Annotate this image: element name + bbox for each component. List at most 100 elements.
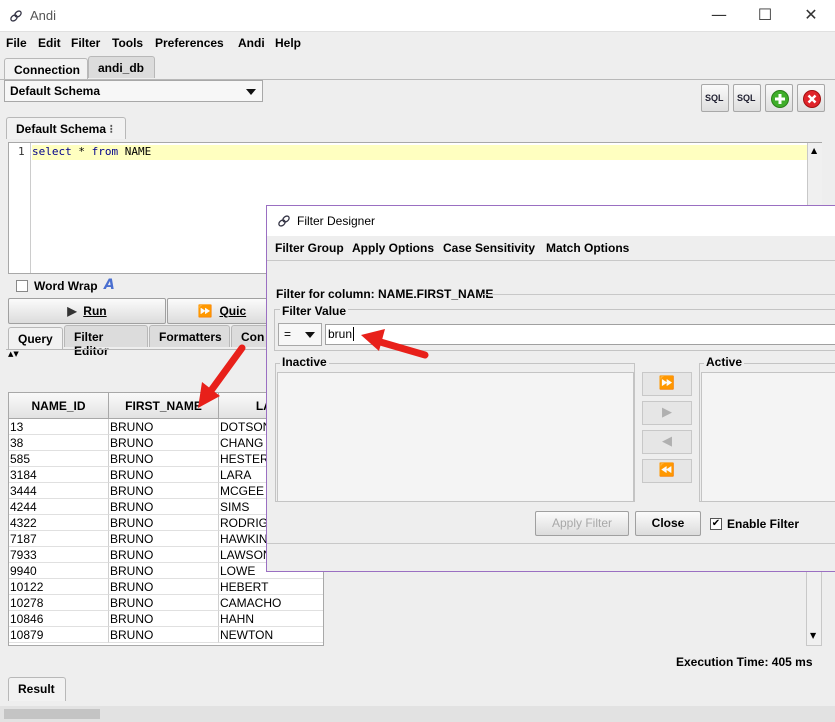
- tab-query[interactable]: Query: [8, 327, 63, 349]
- line-number: 1: [18, 145, 25, 158]
- menu-tools[interactable]: Tools: [112, 36, 143, 50]
- cell-first-name[interactable]: BRUNO: [109, 451, 219, 467]
- app-link-icon: [10, 10, 22, 22]
- collapse-arrows-icon[interactable]: ▲▼: [8, 350, 19, 358]
- sql-code: select * from NAME: [32, 145, 152, 158]
- tab-result[interactable]: Result: [8, 677, 66, 701]
- dialog-menu-divider: [267, 260, 835, 261]
- cell-first-name[interactable]: BRUNO: [109, 627, 219, 643]
- operator-select[interactable]: =: [278, 323, 322, 346]
- cell-name-id[interactable]: 9940: [9, 563, 109, 579]
- add-button[interactable]: [765, 84, 793, 112]
- cell-name-id[interactable]: 7933: [9, 547, 109, 563]
- cell-first-name[interactable]: BRUNO: [109, 611, 219, 627]
- dialog-link-icon: [278, 215, 290, 227]
- enable-filter-label: Enable Filter: [727, 517, 800, 531]
- tab-connection[interactable]: Connection: [4, 58, 88, 80]
- table-row[interactable]: 10879 BRUNO NEWTON: [9, 627, 323, 643]
- filter-column-label: Filter for column: NAME.FIRST_NAME: [276, 287, 494, 301]
- cell-name-id[interactable]: 4244: [9, 499, 109, 515]
- filter-value-label: Filter Value: [280, 304, 349, 318]
- menu-filter-group[interactable]: Filter Group: [275, 241, 344, 255]
- move-all-right-button[interactable]: ⏩: [642, 372, 692, 396]
- tab-editor-default-schema[interactable]: Default Schema ⁝: [6, 117, 126, 139]
- cell-last-name[interactable]: HAHN: [219, 611, 323, 627]
- remove-button[interactable]: [797, 84, 825, 112]
- cell-first-name[interactable]: BRUNO: [109, 515, 219, 531]
- quick-run-button[interactable]: ⏩ Quic: [167, 298, 277, 324]
- cell-first-name[interactable]: BRUNO: [109, 483, 219, 499]
- word-wrap-checkbox[interactable]: [16, 280, 28, 292]
- active-list[interactable]: [701, 372, 835, 502]
- menu-filter[interactable]: Filter: [71, 36, 100, 50]
- annotation-arrow-icon: [198, 344, 246, 408]
- column-header-name-id[interactable]: NAME_ID: [9, 393, 109, 419]
- cell-name-id[interactable]: 13: [9, 419, 109, 435]
- filter-column-separator: [482, 294, 835, 295]
- sql-run-button[interactable]: SQL: [701, 84, 729, 112]
- tab-filter-editor[interactable]: Filter Editor: [64, 325, 148, 358]
- scroll-thumb[interactable]: [4, 709, 100, 719]
- cell-name-id[interactable]: 3444: [9, 483, 109, 499]
- table-row[interactable]: 10278 BRUNO CAMACHO: [9, 595, 323, 611]
- font-icon[interactable]: A: [104, 277, 115, 293]
- cell-last-name[interactable]: CAMACHO: [219, 595, 323, 611]
- cell-first-name[interactable]: BRUNO: [109, 531, 219, 547]
- run-button[interactable]: ▶ Run: [8, 298, 166, 324]
- cell-first-name[interactable]: BRUNO: [109, 595, 219, 611]
- menu-preferences[interactable]: Preferences: [155, 36, 224, 50]
- menu-andi[interactable]: Andi: [238, 36, 265, 50]
- enable-filter-checkbox[interactable]: ✔: [710, 518, 722, 530]
- cell-last-name[interactable]: NEWTON: [219, 627, 323, 643]
- cell-first-name[interactable]: BRUNO: [109, 467, 219, 483]
- cell-name-id[interactable]: 7187: [9, 531, 109, 547]
- sql-explain-button[interactable]: SQL: [733, 84, 761, 112]
- scroll-down-icon[interactable]: ▼: [810, 631, 816, 640]
- cell-name-id[interactable]: 3184: [9, 467, 109, 483]
- menu-help[interactable]: Help: [275, 36, 301, 50]
- cell-first-name[interactable]: BRUNO: [109, 563, 219, 579]
- move-right-button[interactable]: ▶: [642, 401, 692, 425]
- horizontal-scrollbar[interactable]: [0, 706, 835, 722]
- cell-first-name[interactable]: BRUNO: [109, 499, 219, 515]
- menu-match-options[interactable]: Match Options: [546, 241, 629, 255]
- close-button[interactable]: Close: [635, 511, 701, 536]
- window-title: Andi: [30, 8, 57, 23]
- apply-filter-button[interactable]: Apply Filter: [535, 511, 629, 536]
- menu-edit[interactable]: Edit: [38, 36, 61, 50]
- cell-first-name[interactable]: BRUNO: [109, 547, 219, 563]
- cell-first-name[interactable]: BRUNO: [109, 579, 219, 595]
- cell-name-id[interactable]: 38: [9, 435, 109, 451]
- menu-file[interactable]: File: [6, 36, 27, 50]
- cell-name-id[interactable]: 585: [9, 451, 109, 467]
- move-left-button[interactable]: ◀: [642, 430, 692, 454]
- cell-name-id[interactable]: 10122: [9, 579, 109, 595]
- table-row[interactable]: 10846 BRUNO HAHN: [9, 611, 323, 627]
- scroll-up-icon[interactable]: ▲: [811, 146, 817, 155]
- cell-name-id[interactable]: 10278: [9, 595, 109, 611]
- menu-case-sensitivity[interactable]: Case Sensitivity: [443, 241, 535, 255]
- cell-name-id[interactable]: 4322: [9, 515, 109, 531]
- filter-designer-dialog: Filter Designer Filter Group Apply Optio…: [266, 205, 835, 572]
- cell-name-id[interactable]: 10846: [9, 611, 109, 627]
- maximize-button[interactable]: ☐: [742, 2, 788, 30]
- cell-first-name[interactable]: BRUNO: [109, 419, 219, 435]
- move-all-left-button[interactable]: ⏪: [642, 459, 692, 483]
- schema-select-value: Default Schema: [10, 84, 101, 98]
- cell-first-name[interactable]: BRUNO: [109, 435, 219, 451]
- minimize-button[interactable]: —: [696, 2, 742, 30]
- filter-value-text: brun: [328, 327, 353, 341]
- cell-name-id[interactable]: 10879: [9, 627, 109, 643]
- table-row[interactable]: 10122 BRUNO HEBERT: [9, 579, 323, 595]
- line-gutter: [9, 143, 31, 273]
- dialog-titlebar: Filter Designer: [267, 206, 835, 236]
- close-window-button[interactable]: ✕: [788, 2, 834, 30]
- chevron-down-icon: [246, 89, 256, 95]
- sql-run-icon: SQL: [705, 93, 724, 103]
- dialog-title: Filter Designer: [297, 214, 376, 228]
- tab-andi-db[interactable]: andi_db: [88, 56, 155, 78]
- schema-select[interactable]: Default Schema: [4, 80, 263, 102]
- menu-apply-options[interactable]: Apply Options: [352, 241, 434, 255]
- cell-last-name[interactable]: HEBERT: [219, 579, 323, 595]
- inactive-list[interactable]: [277, 372, 634, 502]
